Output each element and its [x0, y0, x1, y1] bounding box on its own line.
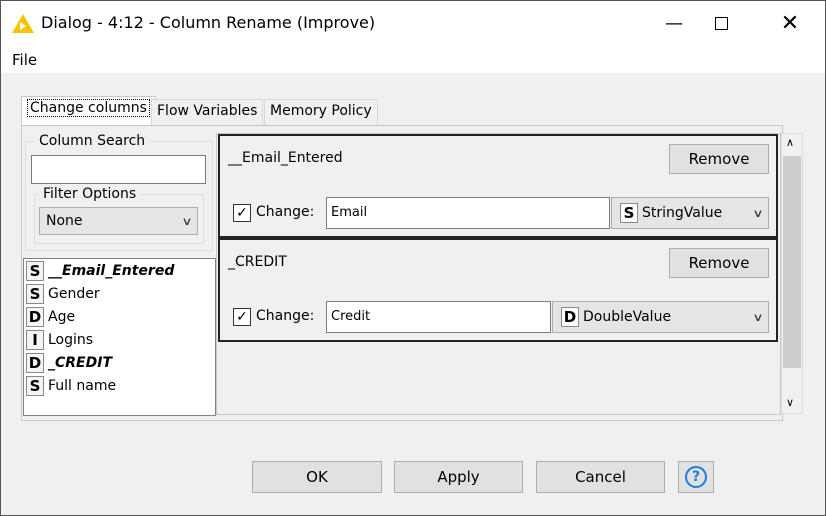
type-badge: D — [26, 306, 44, 327]
type-value: DoubleValue — [583, 309, 672, 325]
dialog-window: Dialog - 4:12 - Column Rename (Improve) … — [0, 0, 826, 516]
list-item[interactable]: D Age — [24, 305, 215, 328]
new-name-input[interactable]: Email — [326, 197, 610, 229]
type-badge: D — [561, 307, 579, 327]
list-item[interactable]: S Full name — [24, 374, 215, 397]
ok-button[interactable]: OK — [252, 461, 382, 493]
tab-flow-variables[interactable]: Flow Variables — [151, 99, 264, 125]
filter-options-select[interactable]: None ∨ — [39, 207, 198, 235]
column-name: Gender — [48, 285, 100, 302]
column-name: Full name — [48, 377, 117, 394]
change-label: Change: — [256, 308, 315, 324]
type-select[interactable]: S StringValue ∨ — [611, 197, 769, 229]
filter-options-label: Filter Options — [39, 186, 141, 202]
column-name: Age — [48, 308, 76, 325]
type-badge: I — [26, 329, 44, 350]
help-icon: ? — [685, 466, 707, 488]
column-name: __Email_Entered — [48, 262, 175, 279]
type-badge: S — [26, 260, 44, 281]
knime-triangle-icon — [12, 14, 34, 33]
new-name-input[interactable]: Credit — [326, 301, 551, 333]
column-search-input[interactable] — [31, 155, 206, 184]
menu-bar: File — [1, 45, 825, 73]
close-button[interactable]: ✕ — [767, 1, 813, 45]
chevron-down-icon: ∨ — [752, 206, 764, 220]
type-badge: S — [26, 283, 44, 304]
scroll-up-icon[interactable]: ∧ — [786, 136, 794, 149]
type-badge: S — [26, 375, 44, 396]
column-name: _CREDIT — [228, 254, 287, 270]
rename-panel: __Email_Entered Remove ✓ Change: Email S… — [218, 134, 778, 238]
tab-label: Change columns — [27, 99, 150, 117]
title-bar: Dialog - 4:12 - Column Rename (Improve) … — [1, 1, 825, 45]
column-name: Logins — [48, 331, 94, 348]
rename-panel: _CREDIT Remove ✓ Change: Credit D DoubleV… — [218, 238, 778, 342]
scrollbar-thumb[interactable] — [783, 156, 801, 368]
column-search-label: Column Search — [35, 133, 150, 149]
change-checkbox[interactable]: ✓ — [233, 204, 251, 222]
type-badge: S — [620, 203, 638, 223]
type-badge: D — [26, 352, 44, 373]
change-label: Change: — [256, 204, 315, 220]
list-item[interactable]: D _CREDIT — [24, 351, 215, 374]
scroll-down-icon[interactable]: ∨ — [786, 396, 794, 409]
tab-memory-policy[interactable]: Memory Policy — [264, 99, 378, 125]
remove-button[interactable]: Remove — [669, 144, 769, 174]
filter-value: None — [46, 213, 83, 229]
minimize-button[interactable]: — — [651, 1, 697, 45]
list-item[interactable]: S __Email_Entered — [24, 259, 215, 282]
chevron-down-icon: ∨ — [752, 310, 764, 324]
change-checkbox[interactable]: ✓ — [233, 308, 251, 326]
type-select[interactable]: D DoubleValue ∨ — [552, 301, 769, 333]
chevron-down-icon: ∨ — [181, 214, 193, 228]
cancel-button[interactable]: Cancel — [536, 461, 665, 493]
window-title: Dialog - 4:12 - Column Rename (Improve) — [41, 13, 376, 32]
list-item[interactable]: S Gender — [24, 282, 215, 305]
vertical-scrollbar[interactable]: ∧ ∨ — [781, 133, 803, 414]
maximize-button[interactable] — [698, 1, 744, 45]
type-value: StringValue — [642, 205, 723, 221]
column-list[interactable]: S __Email_Entered S Gender D Age I Logins D _… — [23, 258, 216, 416]
column-name: _CREDIT — [48, 354, 112, 371]
column-name: __Email_Entered — [228, 150, 343, 166]
tab-change-columns[interactable]: Change columns — [21, 96, 156, 126]
menu-file[interactable]: File — [12, 51, 37, 69]
list-item[interactable]: I Logins — [24, 328, 215, 351]
apply-button[interactable]: Apply — [394, 461, 523, 493]
remove-button[interactable]: Remove — [669, 248, 769, 278]
help-button[interactable]: ? — [678, 461, 714, 493]
